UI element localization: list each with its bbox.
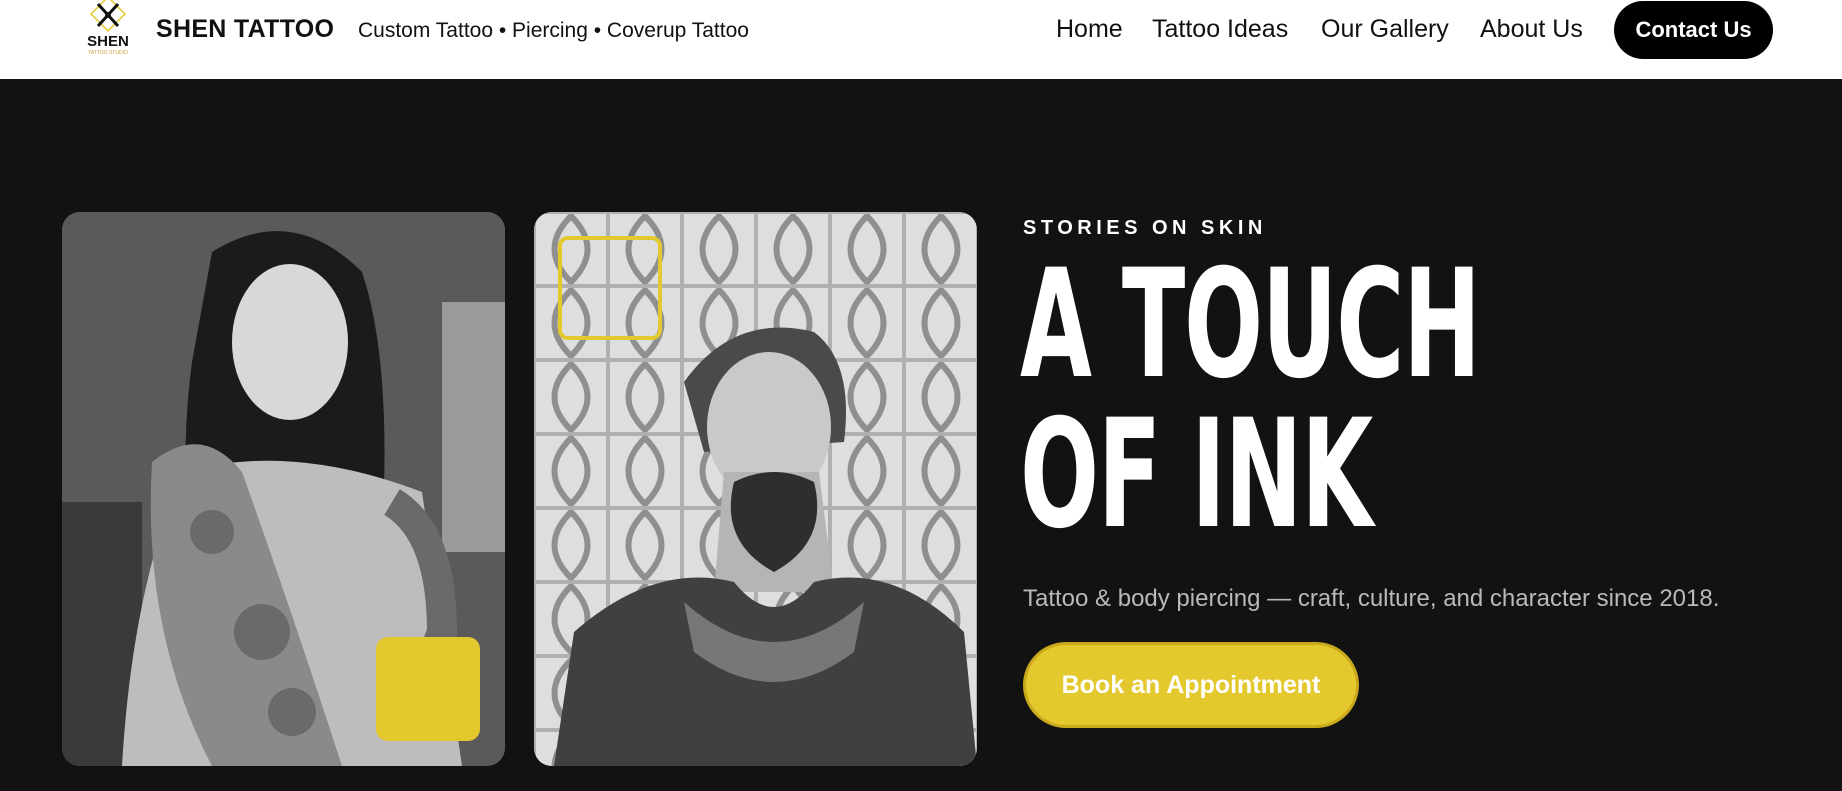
brand-name[interactable]: SHEN TATTOO	[156, 15, 334, 44]
hero-headline-line-2: OF INK	[1020, 388, 1373, 562]
accent-square-outline	[558, 236, 662, 340]
hero-photo-man	[534, 212, 977, 766]
logo-sub: TATTOO STUDIO	[88, 50, 128, 56]
tagline: Custom Tattoo • Piercing • Coverup Tatto…	[358, 19, 749, 42]
nav-tattoo-ideas[interactable]: Tattoo Ideas	[1152, 15, 1288, 44]
book-appointment-button[interactable]: Book an Appointment	[1023, 642, 1359, 728]
hero-subtitle: Tattoo & body piercing — craft, culture,…	[1023, 585, 1720, 612]
accent-square-filled	[376, 637, 480, 741]
nav-home[interactable]: Home	[1056, 15, 1123, 44]
contact-us-button[interactable]: Contact Us	[1614, 1, 1773, 59]
nav-our-gallery[interactable]: Our Gallery	[1321, 15, 1449, 44]
hero-headline: A TOUCH OF INK	[1020, 238, 1481, 562]
hero-headline-line-1: A TOUCH	[1020, 238, 1481, 412]
logo-name: SHEN	[87, 33, 129, 50]
nav-about-us[interactable]: About Us	[1480, 15, 1583, 44]
hero-eyebrow: STORIES ON SKIN	[1023, 217, 1267, 239]
site-header: SHEN TATTOO STUDIO SHEN TATTOO Custom Ta…	[0, 0, 1842, 79]
hero-photo-woman	[62, 212, 505, 766]
logo[interactable]: SHEN TATTOO STUDIO	[80, 0, 136, 56]
crossed-tattoo-machines-icon: SHEN TATTOO STUDIO	[87, 0, 129, 56]
